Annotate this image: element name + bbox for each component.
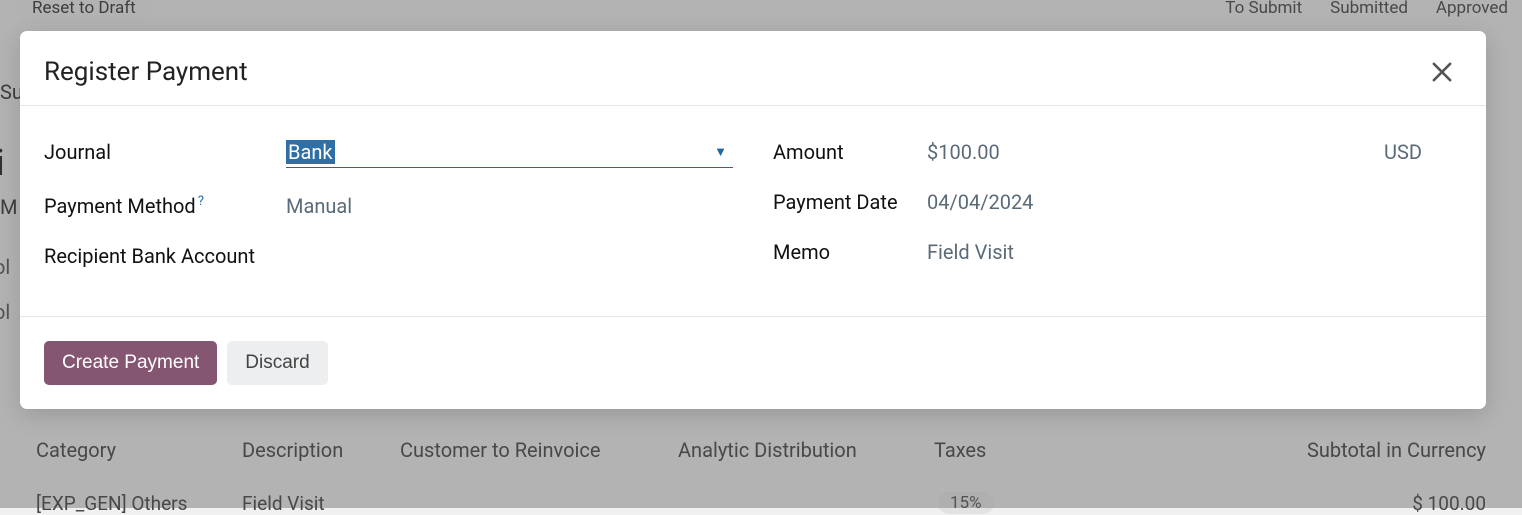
close-icon[interactable]	[1428, 58, 1456, 86]
payment-method-value[interactable]: Manual	[286, 194, 733, 218]
form-left-column: Journal Bank ▼ Payment Method? Manual Re…	[44, 140, 753, 268]
modal-footer: Create Payment Discard	[20, 316, 1486, 409]
form-right-column: Amount $100.00 USD Payment Date 04/04/20…	[753, 140, 1462, 268]
recipient-bank-field: Recipient Bank Account	[44, 244, 733, 268]
memo-field: Memo Field Visit	[773, 240, 1462, 264]
memo-label: Memo	[773, 240, 927, 264]
amount-label: Amount	[773, 140, 927, 164]
payment-date-value[interactable]: 04/04/2024	[927, 190, 1462, 214]
memo-value[interactable]: Field Visit	[927, 240, 1462, 264]
currency-value[interactable]: USD	[1384, 140, 1462, 164]
recipient-bank-label: Recipient Bank Account	[44, 244, 286, 268]
modal-body: Journal Bank ▼ Payment Method? Manual Re…	[20, 106, 1486, 316]
journal-label: Journal	[44, 140, 286, 164]
journal-value: Bank	[286, 140, 335, 164]
payment-date-field: Payment Date 04/04/2024	[773, 190, 1462, 214]
register-payment-modal: Register Payment Journal Bank ▼ Payment …	[20, 31, 1486, 409]
discard-button[interactable]: Discard	[227, 341, 327, 385]
amount-value[interactable]: $100.00	[927, 140, 1384, 164]
payment-method-label-text: Payment Method	[44, 194, 196, 218]
help-icon[interactable]: ?	[198, 194, 204, 209]
amount-field: Amount $100.00 USD	[773, 140, 1462, 164]
payment-method-label: Payment Method?	[44, 194, 286, 218]
journal-field: Journal Bank ▼	[44, 140, 733, 168]
create-payment-button[interactable]: Create Payment	[44, 341, 217, 385]
payment-method-field: Payment Method? Manual	[44, 194, 733, 218]
chevron-down-icon[interactable]: ▼	[714, 144, 733, 160]
modal-header: Register Payment	[20, 31, 1486, 106]
journal-select[interactable]: Bank ▼	[286, 140, 733, 168]
payment-date-label: Payment Date	[773, 190, 927, 214]
modal-title: Register Payment	[44, 57, 248, 87]
